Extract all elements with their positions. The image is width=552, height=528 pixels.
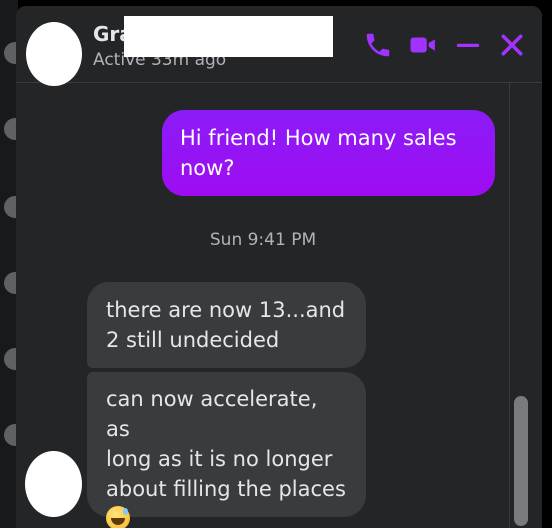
redaction-box [124, 16, 333, 57]
video-icon[interactable] [408, 30, 438, 60]
sweat-smile-emoji-icon [106, 506, 130, 528]
outgoing-message[interactable]: Hi friend! How many sales now? [162, 110, 495, 196]
contact-avatar[interactable] [26, 22, 82, 86]
incoming-message[interactable]: there are now 13...and 2 still undecided [87, 282, 366, 368]
sender-avatar[interactable] [25, 451, 82, 517]
message-timestamp: Sun 9:41 PM [209, 230, 317, 250]
chat-window: Gra Active 33m ago Hi friend! How many s… [16, 6, 542, 528]
scrollbar-thumb[interactable] [514, 396, 528, 526]
message-text: can now accelerate, as long as it is no … [106, 387, 346, 501]
minimize-icon[interactable] [453, 30, 483, 60]
phone-icon[interactable] [363, 30, 393, 60]
close-icon[interactable] [497, 30, 527, 60]
chat-header: Gra Active 33m ago [16, 6, 542, 86]
incoming-message[interactable]: can now accelerate, as long as it is no … [87, 372, 366, 528]
screen: Gra Active 33m ago Hi friend! How many s… [0, 0, 552, 528]
